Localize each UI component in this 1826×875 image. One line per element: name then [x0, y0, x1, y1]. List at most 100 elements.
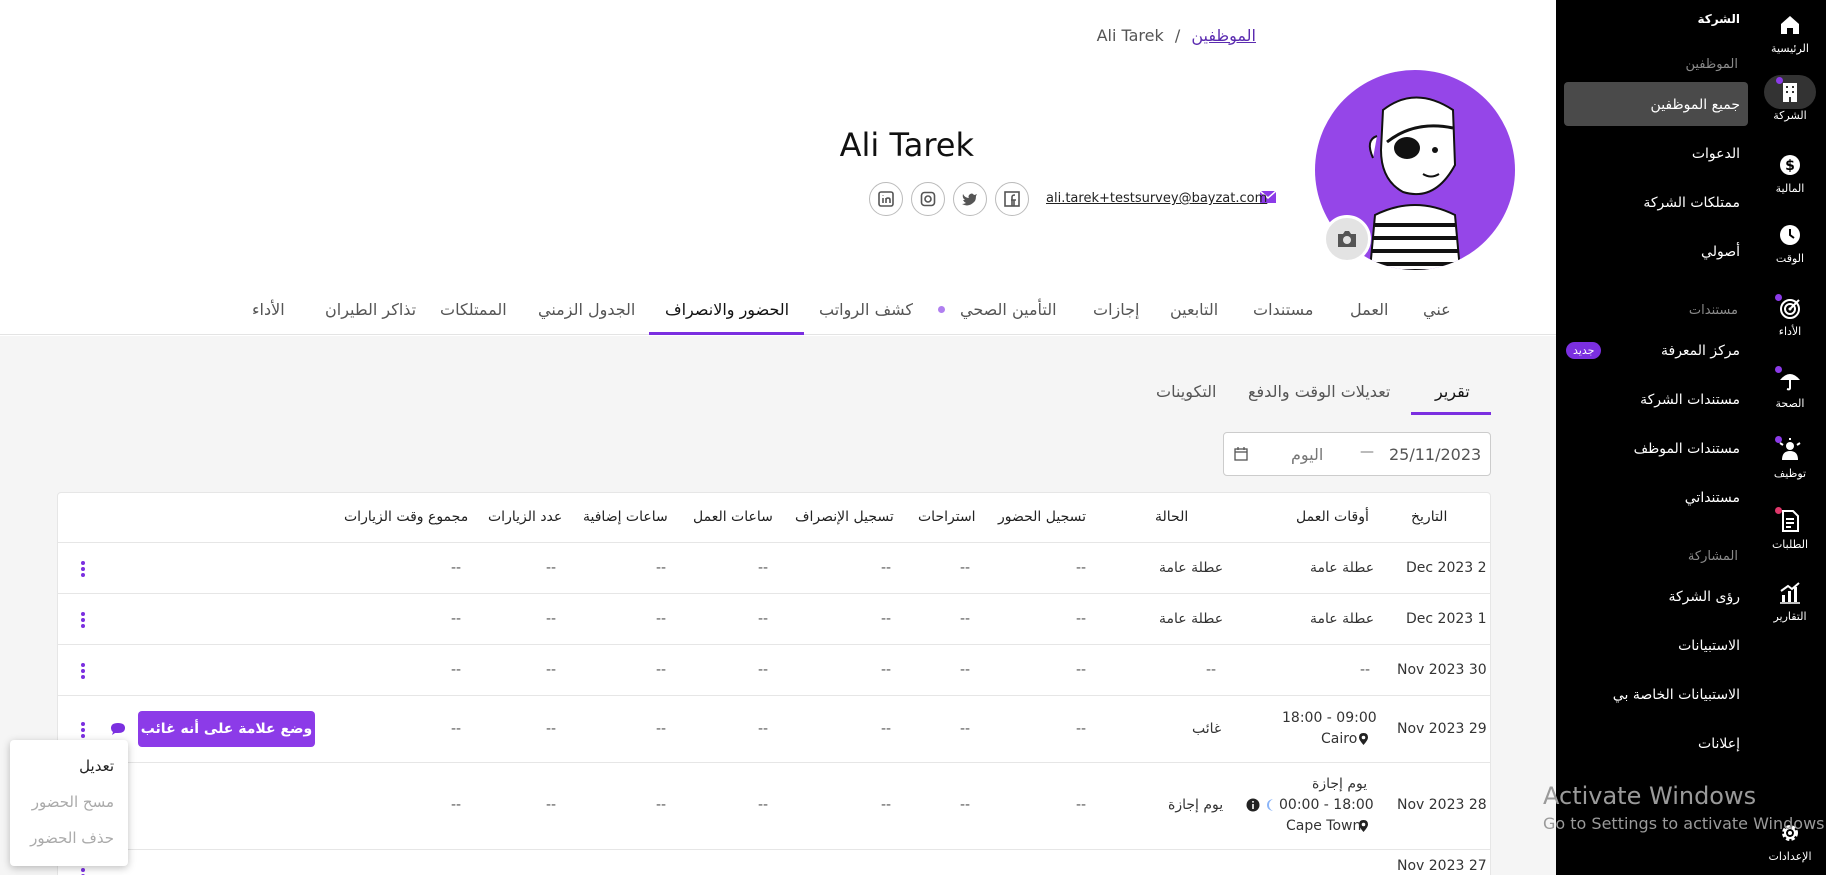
row-date: Nov 2023 27 [1397, 858, 1487, 874]
tab-dependents[interactable]: التابعين [1170, 300, 1218, 319]
nav-company-assets[interactable]: ممتلكات الشركة [1643, 195, 1740, 211]
rail-home[interactable]: الرئيسية [1754, 12, 1826, 55]
night-shift-icon [1267, 799, 1273, 811]
rail-reports[interactable]: التقارير [1754, 580, 1826, 623]
twitter-button[interactable] [953, 182, 987, 216]
subtab-time-adjustments[interactable]: تعديلات الوقت والدفع [1248, 382, 1390, 401]
info-icon[interactable] [1246, 798, 1260, 812]
menu-clear-attendance[interactable]: مسح الحضور [32, 793, 114, 811]
tab-timesheet[interactable]: الجدول الزمني [538, 300, 635, 319]
row-visits-count: -- [546, 797, 557, 813]
attendance-content: تقرير تعديلات الوقت والدفع التكوينات 25/… [0, 336, 1556, 875]
home-icon [1781, 16, 1799, 34]
tab-leaves[interactable]: إجازات [1093, 300, 1139, 319]
nav-company-insights[interactable]: رؤى الشركة [1669, 589, 1740, 605]
date-start: 25/11/2023 [1389, 445, 1482, 464]
row-visits-count: -- [546, 662, 557, 678]
table-row[interactable]: Nov 2023 29 18:00 - 09:00 Cairo غائب -- … [58, 696, 1490, 763]
rail-company[interactable]: الشركة [1754, 75, 1826, 122]
svg-text:$: $ [1785, 158, 1795, 174]
row-check-in: -- [1076, 797, 1087, 813]
row-menu-button[interactable] [81, 559, 87, 579]
row-check-out: -- [881, 611, 892, 627]
rail-hiring[interactable]: توظيف [1754, 436, 1826, 480]
tab-health-insurance[interactable]: التأمين الصحي [960, 300, 1057, 319]
row-visits-time: -- [451, 611, 462, 627]
row-menu-button[interactable] [81, 610, 87, 630]
row-date: Dec 2023 1 [1406, 611, 1487, 627]
row-work-hours: -- [1360, 662, 1371, 678]
breadcrumb-employees-link[interactable]: الموظفين [1191, 26, 1256, 45]
row-check-in: -- [1076, 721, 1087, 737]
mark-absent-button[interactable]: وضع علامة على أنه غائب [138, 711, 315, 747]
rail-finance[interactable]: $ المالية [1754, 152, 1826, 195]
row-status: غائب [1192, 721, 1222, 737]
facebook-button[interactable] [995, 182, 1029, 216]
nav-my-surveys[interactable]: الاستبيانات الخاصة بي [1613, 687, 1740, 703]
menu-delete-attendance[interactable]: حذف الحضور [30, 829, 114, 847]
tab-payroll[interactable]: كشف الرواتب [819, 300, 913, 319]
watermark-title: Activate Windows [1543, 782, 1757, 810]
active-subtab-indicator [1411, 412, 1491, 415]
table-row[interactable]: Dec 2023 2 عطلة عامة عطلة عامة -- -- -- … [58, 543, 1490, 594]
row-work-hours: 18:00 - 09:00 [1282, 710, 1377, 726]
nav-my-assets[interactable]: أصولي [1701, 244, 1740, 260]
row-worked-hours: -- [758, 797, 769, 813]
rail-hiring-dot [1775, 436, 1782, 443]
tab-performance[interactable]: الأداء [252, 300, 285, 319]
nav-employee-documents[interactable]: مستندات الموظف [1634, 441, 1740, 457]
col-date: التاريخ [1411, 509, 1448, 525]
row-date: Nov 2023 28 [1397, 797, 1487, 813]
row-worked-hours: -- [758, 662, 769, 678]
tab-flight-tickets[interactable]: تذاكر الطيران [325, 300, 416, 319]
row-visits-count: -- [546, 721, 557, 737]
row-worked-hours: -- [758, 721, 769, 737]
row-check-out: -- [881, 560, 892, 576]
tab-attendance[interactable]: الحضور والانصراف [665, 300, 789, 319]
date-range-picker[interactable]: 25/11/2023 — اليوم [1223, 432, 1491, 476]
nav-company-documents[interactable]: مستندات الشركة [1640, 392, 1740, 408]
tab-about[interactable]: عني [1423, 300, 1451, 319]
table-row[interactable]: Nov 2023 28 يوم إجازة 00:00 - 18:00 Cape… [58, 763, 1490, 850]
nav-all-employees[interactable]: جميع الموظفين [1651, 97, 1740, 113]
rail-time[interactable]: الوقت [1754, 222, 1826, 265]
date-separator: — [1360, 444, 1374, 460]
menu-edit[interactable]: تعديل [79, 757, 114, 775]
nav-knowledge-center[interactable]: مركز المعرفة [1661, 343, 1740, 359]
row-action-menu: تعديل مسح الحضور حذف الحضور [10, 740, 128, 866]
subtab-configurations[interactable]: التكوينات [1156, 382, 1216, 401]
tab-work[interactable]: العمل [1350, 300, 1388, 319]
nav-invitations[interactable]: الدعوات [1692, 146, 1740, 162]
rail-performance[interactable]: الأداء [1754, 294, 1826, 338]
table-row[interactable]: Nov 2023 27 [58, 850, 1490, 875]
comment-icon[interactable] [110, 722, 126, 736]
reports-icon [1780, 582, 1800, 604]
row-menu-button[interactable] [81, 661, 87, 681]
row-menu-button[interactable] [81, 720, 87, 740]
row-breaks: -- [960, 662, 971, 678]
linkedin-button[interactable] [869, 182, 903, 216]
subtab-report[interactable]: تقرير [1435, 382, 1470, 401]
instagram-button[interactable] [911, 182, 945, 216]
rail-health[interactable]: الصحة [1754, 366, 1826, 410]
instagram-icon [920, 191, 936, 207]
row-check-out: -- [881, 797, 892, 813]
rail-requests[interactable]: الطلبات [1754, 507, 1826, 551]
nav-my-documents[interactable]: مستنداتي [1685, 490, 1740, 506]
nav-surveys[interactable]: الاستبيانات [1678, 638, 1740, 654]
table-row[interactable]: Nov 2023 30 -- -- -- -- -- -- -- -- -- [58, 645, 1490, 696]
row-check-in: -- [1076, 611, 1087, 627]
change-photo-button[interactable] [1323, 215, 1371, 263]
nav-announcements[interactable]: إعلانات [1698, 736, 1740, 752]
nav-section-engagement: المشاركة [1687, 549, 1738, 564]
row-check-in: -- [1076, 560, 1087, 576]
table-row[interactable]: Dec 2023 1 عطلة عامة عطلة عامة -- -- -- … [58, 594, 1490, 645]
row-breaks: -- [960, 797, 971, 813]
employee-email[interactable]: ali.tarek+testsurvey@bayzat.com [1046, 191, 1267, 206]
row-work-hours: عطلة عامة [1310, 560, 1375, 576]
tab-documents[interactable]: مستندات [1253, 300, 1313, 319]
tab-assets[interactable]: الممتلكات [440, 300, 507, 319]
row-overtime: -- [656, 611, 667, 627]
facebook-icon [1004, 191, 1020, 207]
nav-section-documents: مستندات [1688, 303, 1738, 318]
